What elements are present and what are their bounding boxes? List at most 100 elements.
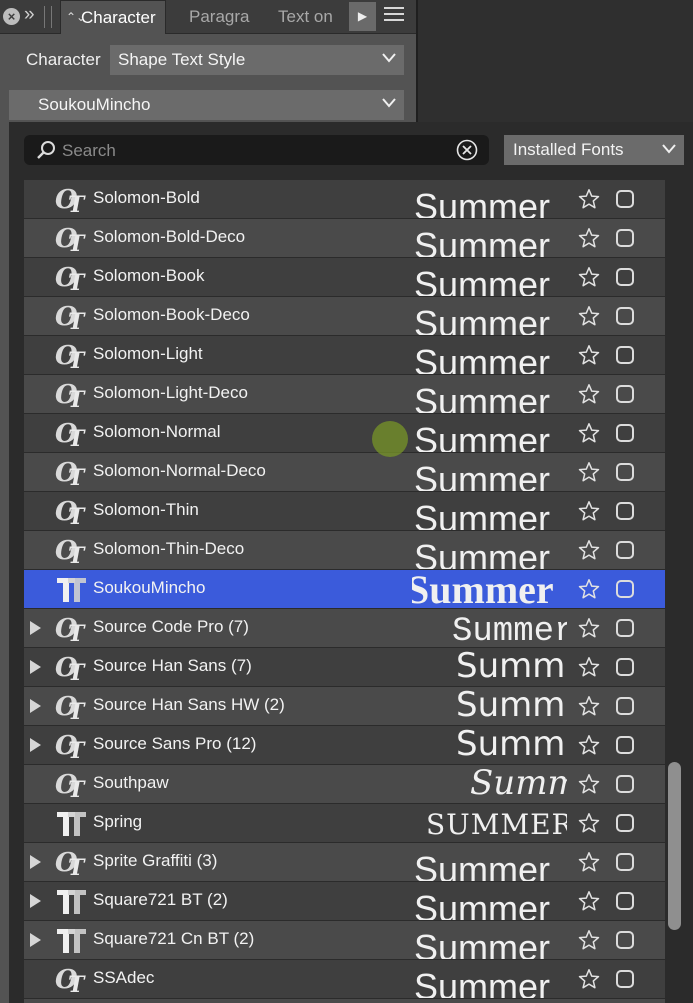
font-checkbox[interactable]: [616, 424, 634, 442]
font-row[interactable]: OT Southpaw Summer: [24, 765, 665, 803]
font-checkbox[interactable]: [616, 736, 634, 754]
favorite-star-icon[interactable]: [578, 227, 600, 249]
favorite-star-icon[interactable]: [578, 656, 600, 678]
font-checkbox[interactable]: [616, 541, 634, 559]
panel-tab-bar: × » ⌃⌄ Character Paragra Text on ▶: [0, 0, 418, 34]
favorite-star-icon[interactable]: [578, 734, 600, 756]
font-checkbox[interactable]: [616, 892, 634, 910]
font-row[interactable]: O T Solomon-Bold Summer: [24, 180, 665, 218]
font-family-dropdown[interactable]: SoukouMincho: [9, 90, 404, 120]
font-row[interactable]: Square721 BT (2) Summer: [24, 882, 665, 920]
font-checkbox[interactable]: [616, 190, 634, 208]
tab-paragraph[interactable]: Paragra: [189, 0, 249, 33]
font-preview-text: Summer: [414, 498, 551, 530]
favorite-star-icon[interactable]: [578, 617, 600, 639]
font-row[interactable]: O T Solomon-Book Summer: [24, 258, 665, 296]
font-checkbox[interactable]: [616, 814, 634, 832]
font-name: Solomon-Light: [93, 344, 203, 363]
font-row[interactable]: O T Solomon-Bold-Deco Summer: [24, 219, 665, 257]
font-row[interactable]: Square721 Cn BT (2) Summer: [24, 921, 665, 959]
font-checkbox[interactable]: [616, 502, 634, 520]
opentype-icon: OT: [54, 769, 88, 803]
favorite-star-icon[interactable]: [578, 812, 600, 834]
favorite-star-icon[interactable]: [578, 695, 600, 717]
font-row[interactable]: O T Source Code Pro (7) Summer: [24, 609, 665, 647]
favorite-star-icon[interactable]: [578, 305, 600, 327]
more-tabs-button[interactable]: ▶: [349, 2, 376, 31]
font-checkbox[interactable]: [616, 463, 634, 481]
font-search-box[interactable]: [24, 135, 489, 165]
favorite-star-icon[interactable]: [578, 422, 600, 444]
expand-arrow-icon[interactable]: [30, 894, 41, 908]
font-checkbox[interactable]: [616, 307, 634, 325]
font-row[interactable]: SoukouMincho Summer: [24, 570, 665, 608]
font-filter-dropdown[interactable]: Installed Fonts: [504, 135, 684, 165]
font-name: Source Han Sans HW (2): [93, 695, 285, 714]
pointer-indicator: [372, 421, 408, 457]
font-row[interactable]: O T Solomon-Thin-Deco Summer: [24, 531, 665, 569]
favorite-star-icon[interactable]: [578, 929, 600, 951]
close-panel-icon[interactable]: ×: [3, 8, 20, 25]
font-row[interactable]: [24, 999, 665, 1003]
font-row[interactable]: O T Solomon-Light-Deco Summer: [24, 375, 665, 413]
favorite-star-icon[interactable]: [578, 851, 600, 873]
favorite-star-icon[interactable]: [578, 344, 600, 366]
expand-arrow-icon[interactable]: [30, 660, 41, 674]
font-checkbox[interactable]: [616, 619, 634, 637]
font-checkbox[interactable]: [616, 385, 634, 403]
font-preview: Summer: [412, 258, 567, 296]
font-preview: Summer: [412, 453, 567, 491]
favorite-star-icon[interactable]: [578, 773, 600, 795]
font-name: SoukouMincho: [93, 578, 206, 597]
font-row[interactable]: O T Solomon-Book-Deco Summer: [24, 297, 665, 335]
font-row[interactable]: O T Sprite Graffiti (3) Summer: [24, 843, 665, 881]
font-row[interactable]: O T Solomon-Light Summer: [24, 336, 665, 374]
font-checkbox[interactable]: [616, 853, 634, 871]
favorite-star-icon[interactable]: [578, 500, 600, 522]
svg-text:T: T: [68, 270, 86, 292]
font-row[interactable]: O T SSAdec Summer: [24, 960, 665, 998]
font-checkbox[interactable]: [616, 658, 634, 676]
font-checkbox[interactable]: [616, 970, 634, 988]
favorite-star-icon[interactable]: [578, 188, 600, 210]
font-checkbox[interactable]: [616, 931, 634, 949]
tab-character[interactable]: ⌃⌄ Character: [60, 0, 166, 34]
favorite-star-icon[interactable]: [578, 539, 600, 561]
favorite-star-icon[interactable]: [578, 461, 600, 483]
chevron-down-icon: [662, 144, 676, 154]
expand-arrow-icon[interactable]: [30, 699, 41, 713]
font-row[interactable]: O T Solomon-Normal Summer: [24, 414, 665, 452]
expand-arrow-icon[interactable]: [30, 621, 41, 635]
font-row[interactable]: O T Solomon-Normal-Deco Summer: [24, 453, 665, 491]
expand-arrow-icon[interactable]: [30, 738, 41, 752]
font-row[interactable]: OT Source Sans Pro (12) Summer: [24, 726, 665, 764]
favorite-star-icon[interactable]: [578, 578, 600, 600]
panel-menu-icon[interactable]: [384, 7, 404, 25]
font-row[interactable]: O T Solomon-Thin Summer: [24, 492, 665, 530]
panel-grip-handle[interactable]: [44, 6, 52, 28]
font-row[interactable]: Spring SUMMER: [24, 804, 665, 842]
expand-arrow-icon[interactable]: [30, 933, 41, 947]
font-preview: Summer: [412, 765, 567, 803]
text-style-dropdown[interactable]: Shape Text Style: [110, 45, 404, 75]
font-row[interactable]: OT Source Han Sans (7) Summer: [24, 648, 665, 686]
font-checkbox[interactable]: [616, 775, 634, 793]
search-input[interactable]: [60, 138, 444, 164]
font-checkbox[interactable]: [616, 580, 634, 598]
font-preview-text: Summer: [414, 966, 551, 998]
tab-text-on-path[interactable]: Text on: [278, 0, 333, 33]
favorite-star-icon[interactable]: [578, 968, 600, 990]
favorite-star-icon[interactable]: [578, 266, 600, 288]
clear-search-icon[interactable]: [456, 139, 478, 161]
font-checkbox[interactable]: [616, 268, 634, 286]
expand-arrow-icon[interactable]: [30, 855, 41, 869]
font-checkbox[interactable]: [616, 697, 634, 715]
font-list-scrollbar[interactable]: [668, 762, 681, 930]
font-checkbox[interactable]: [616, 346, 634, 364]
opentype-icon: OT: [54, 301, 88, 335]
favorite-star-icon[interactable]: [578, 383, 600, 405]
favorite-star-icon[interactable]: [578, 890, 600, 912]
collapse-panel-icon[interactable]: »: [24, 4, 35, 26]
font-row[interactable]: OT Source Han Sans HW (2) Summer: [24, 687, 665, 725]
font-checkbox[interactable]: [616, 229, 634, 247]
